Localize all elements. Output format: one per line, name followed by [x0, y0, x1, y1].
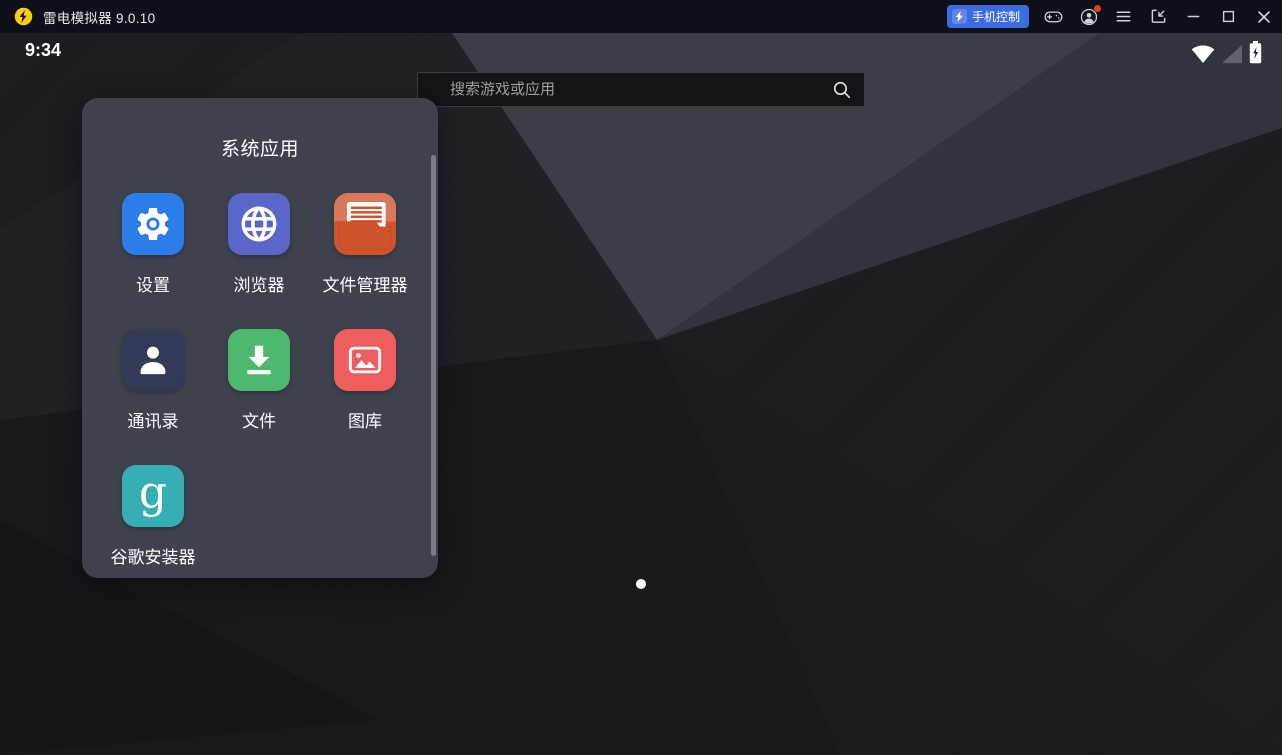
app-contacts[interactable]: 通讯录	[100, 329, 206, 432]
app-file-manager[interactable]: 文件管理器	[312, 193, 418, 296]
phone-control-label: 手机控制	[972, 8, 1020, 25]
window-title: 雷电模拟器 9.0.10	[43, 7, 155, 27]
app-label: 设置	[136, 271, 170, 296]
app-grid: 设置 浏览器	[82, 193, 438, 568]
app-files[interactable]: 文件	[206, 329, 312, 432]
page-indicator-dot	[636, 579, 646, 589]
close-icon[interactable]	[1253, 6, 1274, 27]
folder-title: 系统应用	[82, 98, 438, 161]
search-icon[interactable]	[820, 73, 864, 106]
contacts-person-icon	[122, 329, 184, 391]
app-browser[interactable]: 浏览器	[206, 193, 312, 296]
titlebar: 雷电模拟器 9.0.10 手机控制	[0, 0, 1282, 33]
status-time: 9:34	[25, 40, 61, 61]
app-label: 文件	[242, 407, 276, 432]
search-input[interactable]	[418, 73, 820, 106]
app-label: 浏览器	[234, 271, 285, 296]
ldplayer-logo-icon	[13, 6, 34, 27]
wifi-icon	[1191, 44, 1215, 64]
fullscreen-icon[interactable]	[1148, 6, 1169, 27]
folder-scrollbar[interactable]	[431, 155, 436, 556]
notification-dot	[1094, 5, 1101, 12]
gamepad-icon[interactable]	[1043, 6, 1064, 27]
browser-globe-icon	[228, 193, 290, 255]
file-manager-icon	[334, 193, 396, 255]
settings-gear-icon	[122, 193, 184, 255]
minimize-icon[interactable]	[1183, 6, 1204, 27]
app-settings[interactable]: 设置	[100, 193, 206, 296]
maximize-icon[interactable]	[1218, 6, 1239, 27]
battery-charging-icon	[1249, 41, 1262, 64]
gallery-image-icon	[334, 329, 396, 391]
google-installer-icon: g	[122, 465, 184, 527]
emulator-window: 雷电模拟器 9.0.10 手机控制	[0, 0, 1282, 755]
account-icon[interactable]	[1078, 6, 1099, 27]
phone-control-button[interactable]: 手机控制	[947, 5, 1029, 28]
app-gallery[interactable]: 图库	[312, 329, 418, 432]
google-g-glyph: g	[139, 471, 167, 515]
menu-icon[interactable]	[1113, 6, 1134, 27]
status-icons	[1191, 41, 1262, 64]
system-apps-folder-panel: 系统应用 设置 浏览器	[82, 98, 438, 578]
app-label: 图库	[348, 407, 382, 432]
app-label: 文件管理器	[323, 271, 408, 296]
app-label: 谷歌安装器	[111, 543, 196, 568]
files-download-icon	[228, 329, 290, 391]
cellular-signal-icon	[1221, 44, 1243, 64]
app-label: 通讯录	[128, 407, 179, 432]
app-google-installer[interactable]: g 谷歌安装器	[100, 465, 206, 568]
lightning-bolt-icon	[952, 9, 967, 24]
search-bar	[417, 72, 865, 107]
